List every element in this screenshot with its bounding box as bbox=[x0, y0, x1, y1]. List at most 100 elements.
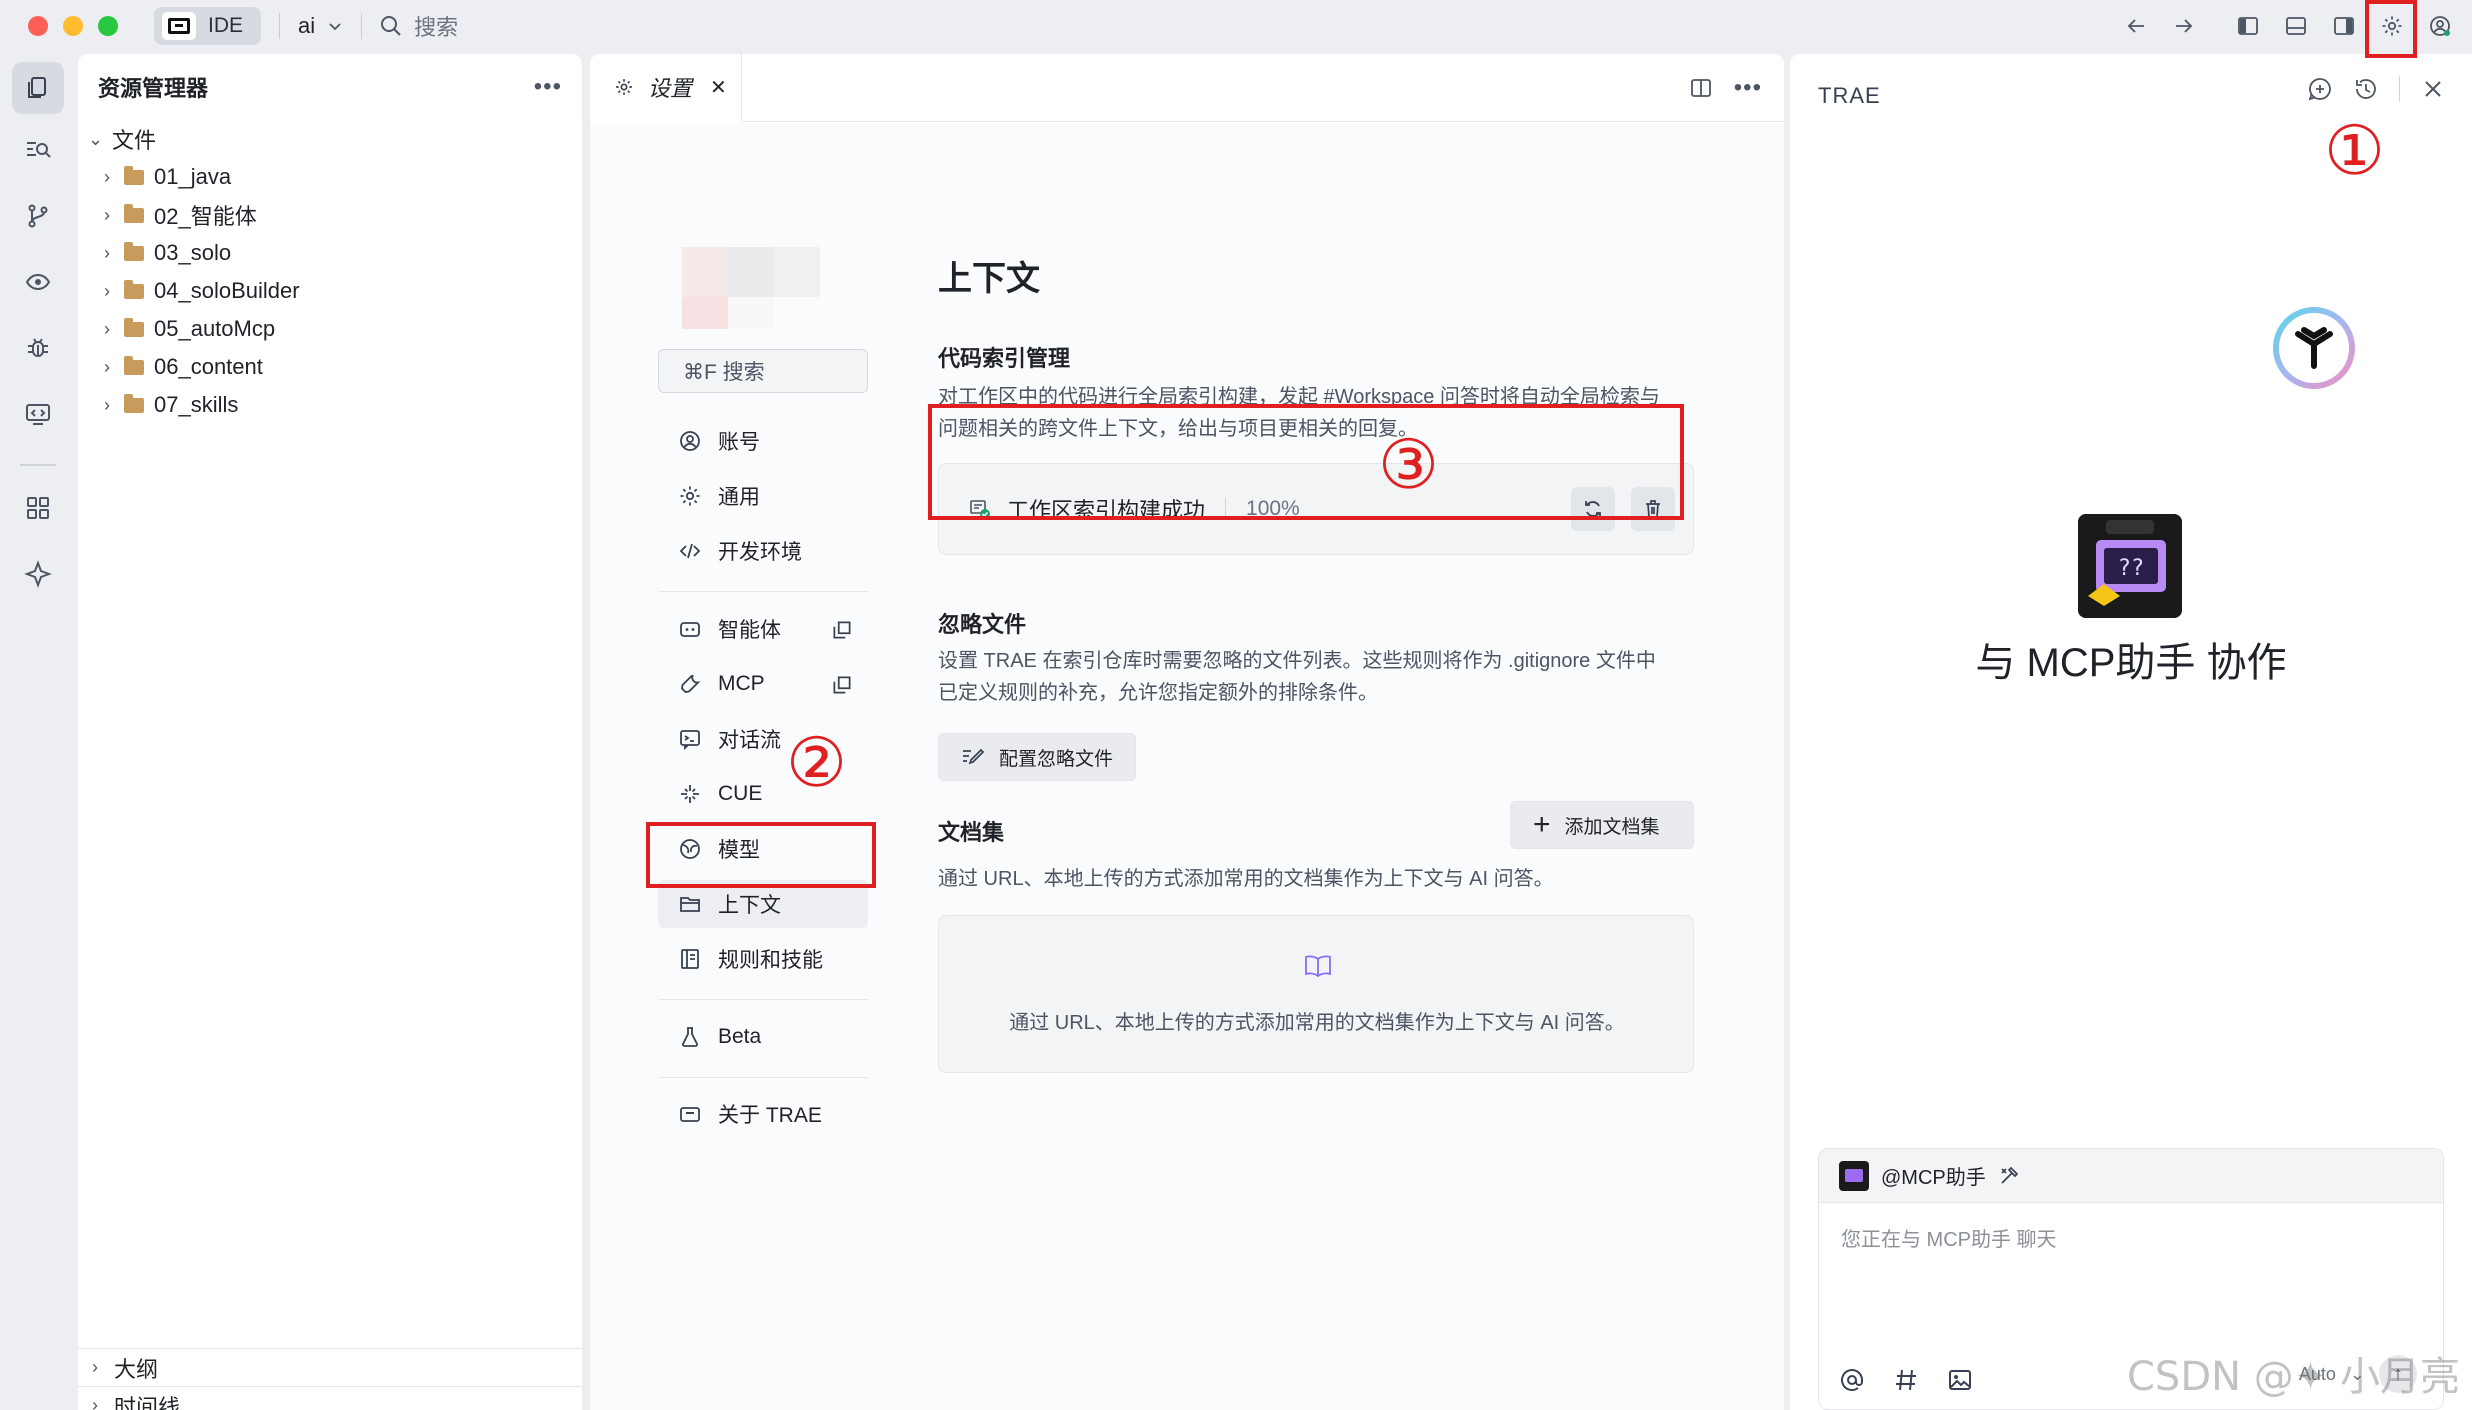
close-icon[interactable] bbox=[2420, 76, 2446, 102]
project-switcher[interactable]: ai bbox=[298, 13, 343, 39]
nav-agents[interactable]: 智能体 bbox=[658, 605, 868, 653]
settings-button[interactable] bbox=[2368, 4, 2416, 48]
nav-account[interactable]: 账号 bbox=[658, 417, 868, 465]
docs-empty-state: 通过 URL、本地上传的方式添加常用的文档集作为上下文与 AI 问答。 bbox=[938, 915, 1694, 1073]
nav-rules-skills[interactable]: 规则和技能 bbox=[658, 935, 868, 983]
close-icon[interactable]: ✕ bbox=[710, 75, 727, 100]
toggle-left-panel-button[interactable] bbox=[2224, 4, 2272, 48]
arrow-right-icon bbox=[2176, 19, 2193, 33]
plus-icon: + bbox=[1533, 808, 1551, 841]
monitor-code-icon bbox=[26, 404, 50, 425]
ai-chat-panel: TRAE ?? 与 MCP助手 协作 @MCP助手 您正在与 MCP助手 聊天 … bbox=[1790, 54, 2472, 1410]
user-avatar bbox=[682, 247, 828, 329]
nav-context[interactable]: 上下文 bbox=[658, 880, 868, 928]
preview-activity-button[interactable] bbox=[12, 256, 64, 308]
tree-folder[interactable]: › 06_content bbox=[78, 348, 582, 386]
search-activity-button[interactable] bbox=[12, 124, 64, 176]
nav-general[interactable]: 通用 bbox=[658, 472, 868, 520]
tree-root-files[interactable]: ⌄ 文件 bbox=[78, 120, 582, 158]
titlebar-actions bbox=[2112, 0, 2472, 52]
outline-label: 大纲 bbox=[114, 1356, 159, 1382]
ide-mode-switch[interactable]: IDE bbox=[154, 7, 262, 45]
nav-beta[interactable]: Beta bbox=[658, 1013, 868, 1061]
split-editor-icon[interactable] bbox=[1690, 77, 1712, 99]
chat-input-field[interactable]: 您正在与 MCP助手 聊天 bbox=[1841, 1223, 2057, 1252]
add-docs-button[interactable]: + 添加文档集 bbox=[1510, 801, 1694, 849]
tree-folder[interactable]: › 01_java bbox=[78, 158, 582, 196]
nav-label: Beta bbox=[718, 1025, 762, 1048]
configure-ignore-button[interactable]: 配置忽略文件 bbox=[938, 733, 1137, 781]
agents-activity-button[interactable] bbox=[12, 548, 64, 600]
toggle-bottom-panel-button[interactable] bbox=[2272, 4, 2320, 48]
nav-model[interactable]: 模型 bbox=[658, 825, 868, 873]
tree-folder[interactable]: › 07_skills bbox=[78, 386, 582, 424]
chat-title: TRAE bbox=[1818, 83, 1881, 108]
minimize-window-button[interactable] bbox=[63, 16, 83, 36]
rebuild-index-button[interactable] bbox=[1571, 487, 1615, 531]
extensions-activity-button[interactable] bbox=[12, 482, 64, 534]
remote-activity-button[interactable] bbox=[12, 388, 64, 440]
folder-context-icon bbox=[680, 897, 700, 912]
docs-heading: 文档集 bbox=[938, 820, 1005, 845]
settings-editor: 设置 ✕ ••• ⌘F 搜索 账号 通用 开发环境 智能体 MCP 对话流 CU… bbox=[590, 54, 1784, 1410]
divider bbox=[2399, 76, 2400, 102]
sidebar-left-icon bbox=[2238, 17, 2258, 35]
folder-icon bbox=[124, 165, 144, 185]
mcp-agent-mini-avatar bbox=[1839, 1160, 1869, 1191]
new-chat-icon[interactable] bbox=[2307, 76, 2333, 102]
back-button[interactable] bbox=[2112, 4, 2160, 48]
tree-folder[interactable]: › 04_soloBuilder bbox=[78, 272, 582, 310]
divider bbox=[279, 13, 281, 39]
source-control-activity-button[interactable] bbox=[12, 190, 64, 242]
more-icon[interactable]: ••• bbox=[1734, 74, 1762, 102]
settings-search-input[interactable]: ⌘F 搜索 bbox=[658, 349, 868, 393]
more-icon[interactable]: ••• bbox=[534, 73, 562, 101]
timeline-section[interactable]: › 时间线 bbox=[78, 1386, 582, 1410]
chevron-right-icon: › bbox=[104, 394, 110, 415]
robot-icon bbox=[680, 622, 700, 637]
editor-tab-bar: 设置 ✕ ••• bbox=[590, 54, 1784, 122]
activity-bar bbox=[0, 52, 76, 1410]
index-progress-text: 100% bbox=[1246, 497, 1300, 520]
tree-folder[interactable]: › 03_solo bbox=[78, 234, 582, 272]
nav-about[interactable]: 关于 TRAE bbox=[658, 1090, 868, 1138]
annotation-marker-1: ① bbox=[2324, 112, 2385, 191]
toggle-right-panel-button[interactable] bbox=[2320, 4, 2368, 48]
tab-settings[interactable]: 设置 ✕ bbox=[590, 54, 742, 122]
explorer-activity-button[interactable] bbox=[12, 62, 64, 114]
outline-section[interactable]: › 大纲 bbox=[78, 1348, 582, 1386]
image-icon[interactable] bbox=[1947, 1367, 1973, 1393]
debug-activity-button[interactable] bbox=[12, 322, 64, 374]
panel-bottom-icon bbox=[2286, 17, 2306, 35]
ignore-desc-line2: 已定义规则的补充，允许您指定额外的排除条件。 bbox=[938, 682, 1378, 704]
chat-header-actions bbox=[2307, 76, 2446, 102]
forward-button[interactable] bbox=[2160, 4, 2208, 48]
maximize-window-button[interactable] bbox=[98, 16, 118, 36]
tree-folder[interactable]: › 02_智能体 bbox=[78, 196, 582, 234]
nav-mcp[interactable]: MCP bbox=[658, 660, 868, 708]
gear-icon bbox=[680, 486, 700, 506]
tree-folder[interactable]: › 05_autoMcp bbox=[78, 310, 582, 348]
index-status-label: 工作区索引构建成功 bbox=[1007, 498, 1206, 523]
collab-suffix: 协作 bbox=[2195, 641, 2287, 685]
arrow-left-icon bbox=[2127, 19, 2144, 33]
nav-dev-environment[interactable]: 开发环境 bbox=[658, 527, 868, 575]
explorer-header: 资源管理器 ••• bbox=[78, 54, 582, 120]
close-window-button[interactable] bbox=[28, 16, 48, 36]
hash-context-icon[interactable] bbox=[1893, 1367, 1919, 1393]
nav-label: 规则和技能 bbox=[718, 949, 823, 972]
docs-empty-text: 通过 URL、本地上传的方式添加常用的文档集作为上下文与 AI 问答。 bbox=[1009, 1012, 1625, 1034]
at-mention-icon[interactable] bbox=[1839, 1367, 1865, 1393]
history-icon[interactable] bbox=[2353, 76, 2379, 102]
chevron-down-icon bbox=[329, 23, 341, 31]
agent-mention-label: @MCP助手 bbox=[1881, 1167, 1986, 1189]
global-search[interactable]: 搜索 bbox=[380, 10, 458, 42]
folder-label: 06_content bbox=[154, 354, 263, 379]
search-list-icon bbox=[27, 142, 51, 158]
eye-icon bbox=[25, 273, 51, 291]
nav-label: 开发环境 bbox=[718, 541, 802, 564]
account-button[interactable] bbox=[2416, 4, 2464, 48]
agent-mention-bar[interactable]: @MCP助手 bbox=[1819, 1149, 2443, 1203]
user-circle-icon bbox=[680, 431, 700, 451]
delete-index-button[interactable] bbox=[1631, 487, 1675, 531]
